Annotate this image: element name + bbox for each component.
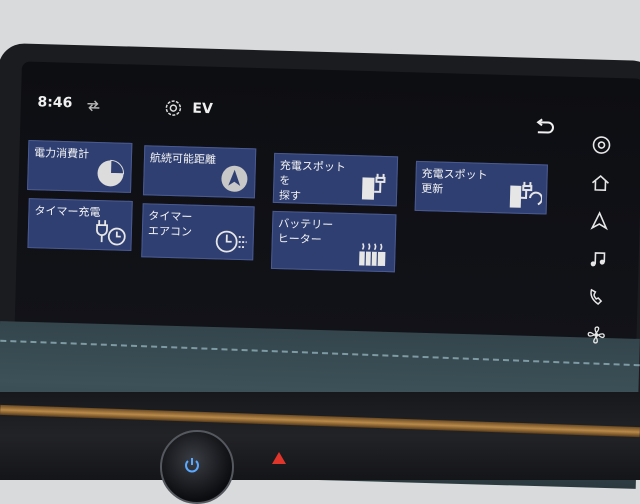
tile-timer-aircon[interactable]: タイマー エアコン	[141, 203, 255, 261]
gear-icon[interactable]	[163, 98, 184, 119]
navigation-icon[interactable]	[590, 134, 613, 157]
home-icon[interactable]	[589, 172, 612, 195]
power-icon	[185, 458, 199, 473]
tile-cruising-range[interactable]: 航続可能距離	[142, 145, 257, 199]
clock-airflow-icon	[215, 230, 247, 253]
compass-arrow-icon	[221, 165, 248, 192]
tile-label: 充電スポットを 探す	[278, 159, 346, 203]
tile-power-consumption[interactable]: 電力消費計	[27, 140, 133, 193]
hazard-icon[interactable]	[272, 452, 286, 464]
tile-label: タイマー エアコン	[147, 209, 193, 239]
tile-find-charging-spot[interactable]: 充電スポットを 探す	[272, 152, 399, 207]
fan-icon[interactable]	[585, 324, 608, 347]
clock: 8:46	[37, 94, 73, 112]
tile-label: 航続可能距離	[149, 151, 217, 167]
music-note-icon[interactable]	[587, 248, 610, 271]
ev-menu-screen: 8:46 EV 電力消費計 航続可能距離 充電スポットを 探す 充電スポット 更…	[21, 84, 628, 361]
direction-arrow-icon[interactable]	[588, 210, 611, 233]
tile-timer-charge[interactable]: タイマー充電	[27, 198, 133, 251]
phone-icon[interactable]	[586, 286, 609, 309]
battery-heater-icon	[359, 242, 386, 267]
tile-update-charging-spot[interactable]: 充電スポット 更新	[414, 160, 548, 215]
charging-station-icon	[361, 173, 386, 200]
right-sidebar	[581, 130, 619, 361]
air-vent	[0, 392, 640, 480]
charging-station-refresh-icon	[509, 181, 543, 208]
pie-chart-icon	[97, 159, 125, 187]
page-title: EV	[192, 100, 213, 118]
connection-arrows-icon	[87, 100, 100, 112]
tile-battery-heater[interactable]: バッテリー ヒーター	[270, 210, 397, 273]
tile-label: 充電スポット 更新	[421, 167, 488, 196]
tile-label: バッテリー ヒーター	[277, 217, 334, 247]
plug-clock-icon	[96, 220, 126, 246]
status-bar: 8:46 EV	[37, 92, 213, 117]
back-arrow-icon[interactable]	[533, 118, 556, 139]
